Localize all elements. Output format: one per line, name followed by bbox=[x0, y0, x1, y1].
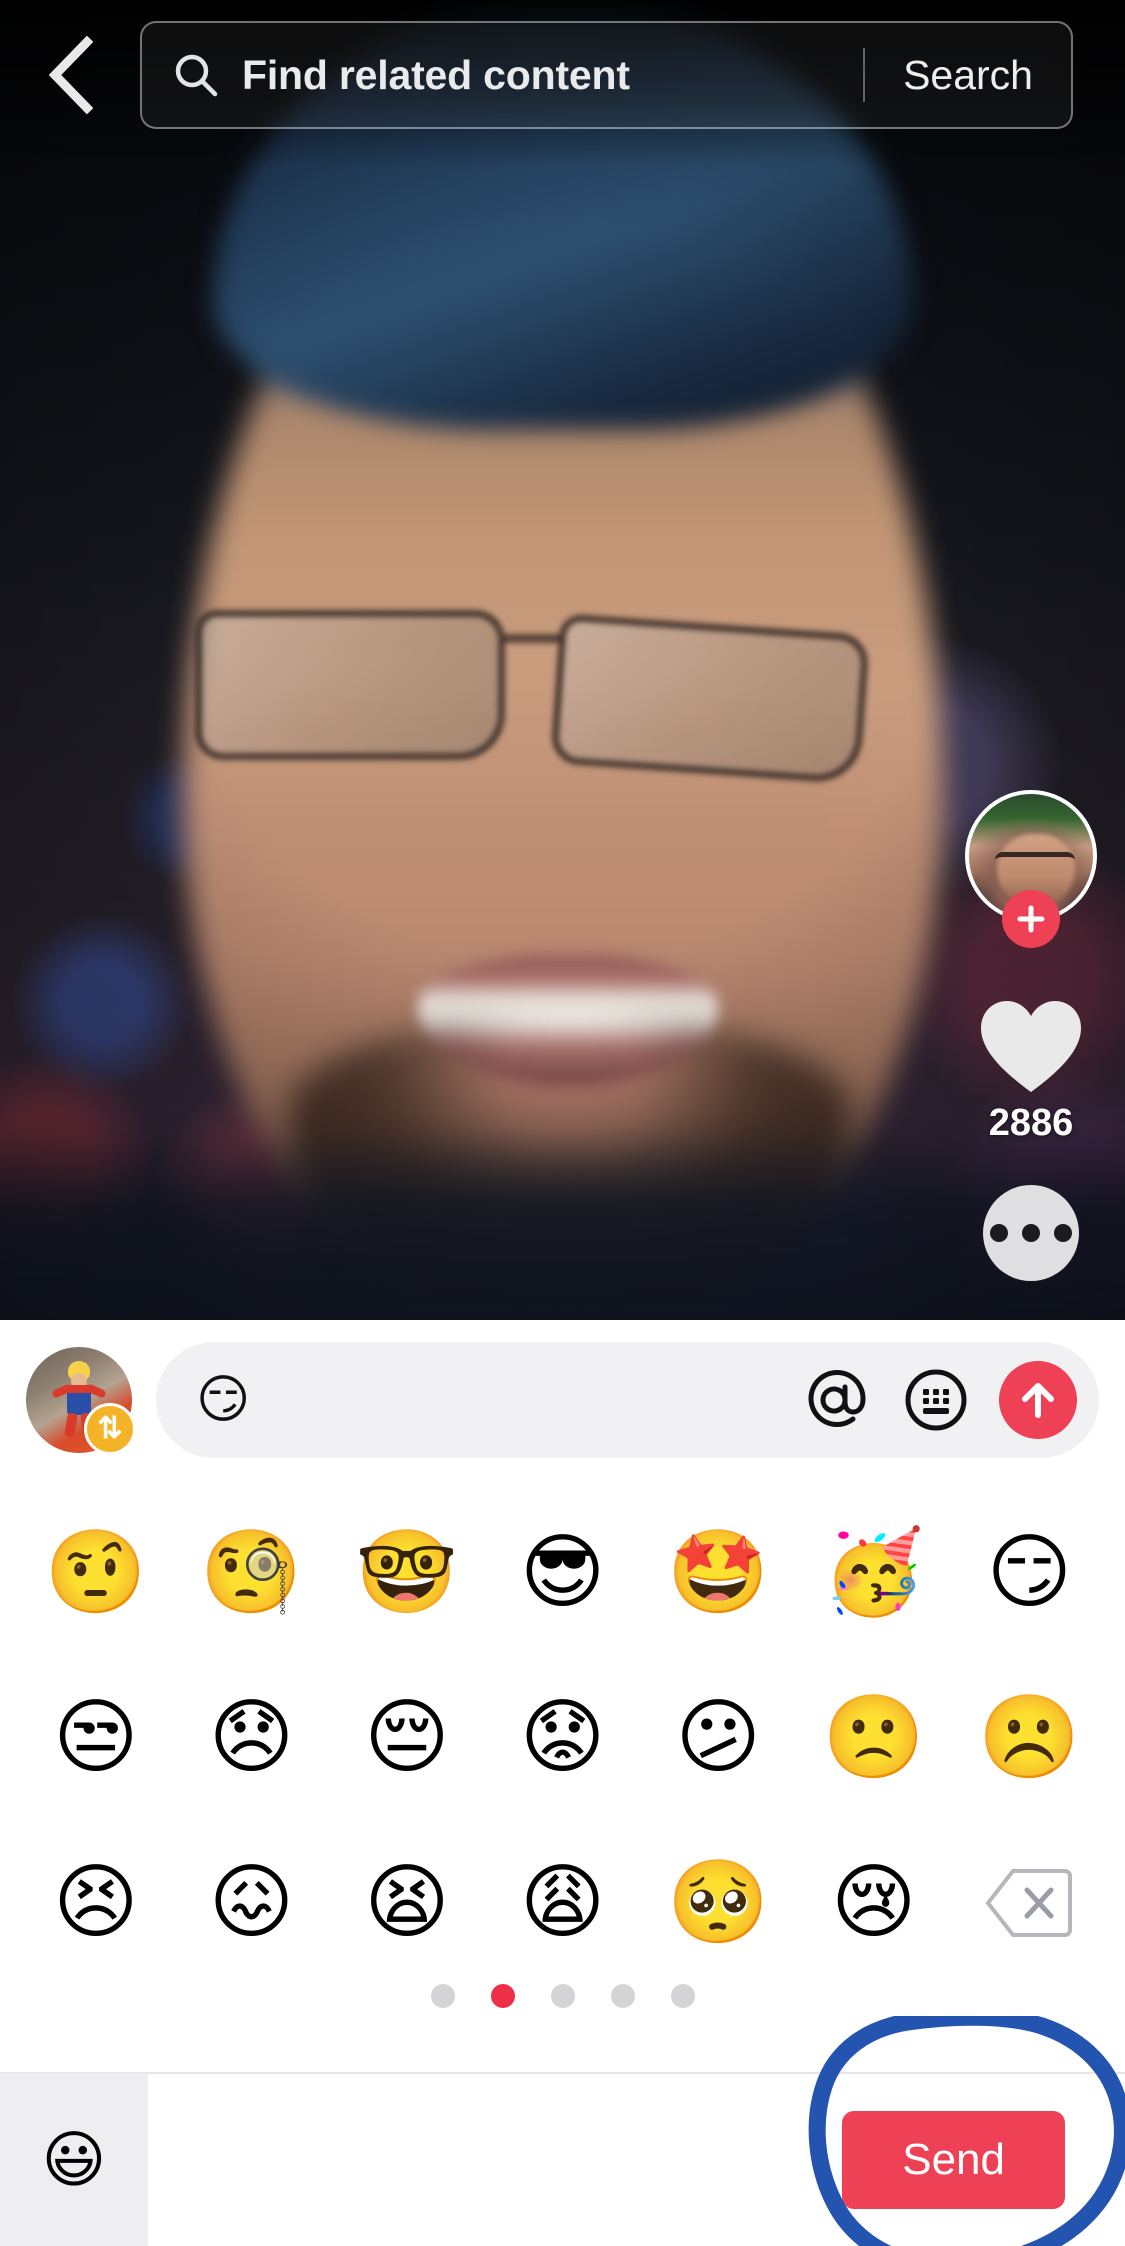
emoji-keyboard-panel: 🤨 🧐 🤓 😎 🤩 🥳 😏 😒 😞 😔 😟 😕 🙁 ☹️ 😣 😖 😫 😩 🥺 😢 bbox=[0, 1480, 1125, 2060]
emoji-key[interactable]: 😔 bbox=[329, 1655, 485, 1820]
ellipsis-icon bbox=[990, 1224, 1008, 1242]
comment-input-field[interactable]: 😏 bbox=[156, 1342, 1099, 1458]
backspace-key[interactable] bbox=[951, 1820, 1107, 1985]
video-vignette bbox=[0, 0, 1125, 1320]
emoji-key[interactable]: ☹️ bbox=[951, 1655, 1107, 1820]
post-comment-button[interactable] bbox=[999, 1361, 1077, 1439]
app-screen: Find related content Search 2886 ⇅ 😏 🤨 🧐… bbox=[0, 0, 1125, 2246]
page-dot[interactable] bbox=[670, 1984, 695, 2008]
back-button[interactable] bbox=[0, 5, 140, 145]
video-action-rail: 2886 bbox=[961, 790, 1101, 1281]
emoji-key[interactable]: 😎 bbox=[485, 1490, 641, 1655]
emoji-key[interactable]: 😞 bbox=[174, 1655, 330, 1820]
video-player[interactable] bbox=[0, 0, 1125, 1320]
emoji-key[interactable]: 🙁 bbox=[796, 1655, 952, 1820]
heart-icon bbox=[981, 1001, 1081, 1092]
repost-icon: ⇅ bbox=[97, 1412, 123, 1445]
top-bar: Find related content Search bbox=[0, 0, 1125, 168]
plus-icon bbox=[1017, 905, 1045, 933]
emoji-key[interactable]: 🤓 bbox=[329, 1490, 485, 1655]
page-dot-active[interactable] bbox=[490, 1984, 515, 2008]
emoji-grid: 🤨 🧐 🤓 😎 🤩 🥳 😏 😒 😞 😔 😟 😕 🙁 ☹️ 😣 😖 😫 😩 🥺 😢 bbox=[0, 1480, 1125, 1985]
like-count: 2886 bbox=[988, 1102, 1074, 1144]
like-button[interactable]: 2886 bbox=[977, 998, 1085, 1145]
emoji-key[interactable]: 😣 bbox=[18, 1820, 174, 1985]
search-input[interactable]: Find related content bbox=[242, 52, 863, 99]
emoji-key[interactable]: 😖 bbox=[174, 1820, 330, 1985]
more-options-button[interactable] bbox=[983, 1185, 1079, 1281]
emoji-key[interactable]: 🤩 bbox=[640, 1490, 796, 1655]
mention-button[interactable] bbox=[807, 1367, 873, 1433]
keyboard-toggle-button[interactable] bbox=[903, 1367, 969, 1433]
comment-input-value[interactable]: 😏 bbox=[196, 1374, 777, 1426]
user-avatar-button[interactable]: ⇅ bbox=[26, 1347, 136, 1455]
chevron-left-icon bbox=[48, 36, 93, 114]
emoji-page-indicator bbox=[0, 1984, 1125, 2008]
ellipsis-icon bbox=[1054, 1224, 1072, 1242]
ellipsis-icon bbox=[1022, 1224, 1040, 1242]
search-button[interactable]: Search bbox=[865, 52, 1071, 99]
emoji-key[interactable]: 🥺 bbox=[640, 1820, 796, 1985]
arrow-up-icon bbox=[1022, 1383, 1054, 1418]
at-icon bbox=[808, 1370, 866, 1427]
emoji-key[interactable]: 🤨 bbox=[18, 1490, 174, 1655]
search-bar[interactable]: Find related content Search bbox=[140, 21, 1073, 129]
creator-avatar-button[interactable] bbox=[965, 790, 1097, 948]
emoji-key[interactable]: 🧐 bbox=[174, 1490, 330, 1655]
backspace-icon bbox=[985, 1868, 1073, 1937]
page-dot[interactable] bbox=[430, 1984, 455, 2008]
emoji-key[interactable]: 😕 bbox=[640, 1655, 796, 1820]
repost-badge[interactable]: ⇅ bbox=[84, 1403, 136, 1455]
emoji-category-smileys-tab[interactable]: 😃 bbox=[0, 2073, 148, 2246]
emoji-key[interactable]: 😏 bbox=[951, 1490, 1107, 1655]
comment-composer-bar: ⇅ 😏 bbox=[0, 1320, 1125, 1480]
emoji-category-bar: 😃 Send bbox=[0, 2072, 1125, 2246]
emoji-key[interactable]: 😢 bbox=[796, 1820, 952, 1985]
follow-button[interactable] bbox=[1002, 890, 1060, 948]
emoji-key[interactable]: 😟 bbox=[485, 1655, 641, 1820]
emoji-key[interactable]: 😫 bbox=[329, 1820, 485, 1985]
keyboard-icon bbox=[905, 1369, 967, 1431]
avatar-figure-leg-left bbox=[63, 1412, 79, 1438]
emoji-key[interactable]: 😩 bbox=[485, 1820, 641, 1985]
page-dot[interactable] bbox=[610, 1984, 635, 2008]
page-dot[interactable] bbox=[550, 1984, 575, 2008]
send-button[interactable]: Send bbox=[842, 2111, 1065, 2209]
smiley-icon: 😃 bbox=[41, 2123, 107, 2196]
emoji-key[interactable]: 😒 bbox=[18, 1655, 174, 1820]
search-icon bbox=[172, 51, 220, 99]
avatar-glasses bbox=[995, 852, 1075, 872]
emoji-key[interactable]: 🥳 bbox=[796, 1490, 952, 1655]
